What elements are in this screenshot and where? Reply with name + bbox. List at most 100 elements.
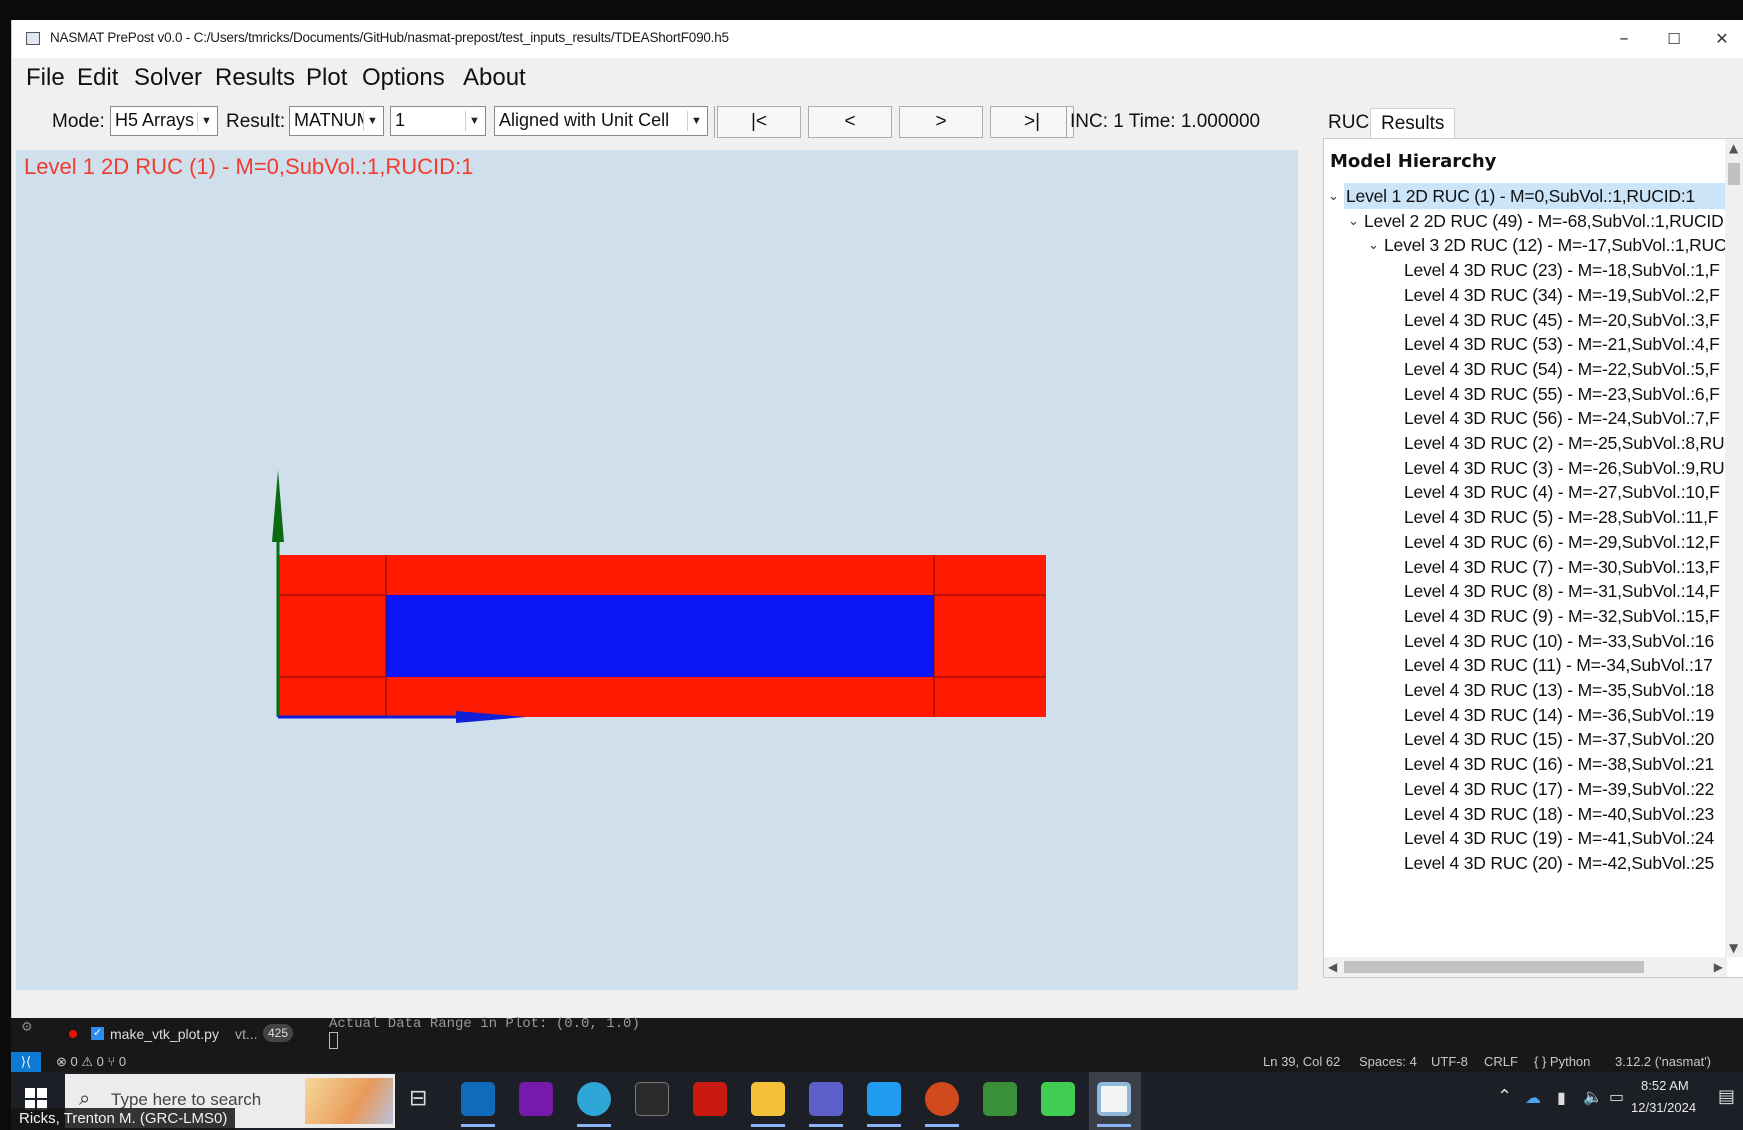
onedrive-icon[interactable]: ☁ [1525,1088,1541,1107]
scroll-thumb[interactable] [1728,163,1740,185]
tree-node[interactable]: Level 4 3D RUC (14) - M=-36,SubVol.:19 [1404,702,1714,728]
mode-label: Mode: [52,111,105,132]
menu-plot[interactable]: Plot [306,64,347,92]
chevron-down-icon[interactable]: ⌄ [1348,214,1359,229]
edge-icon[interactable] [577,1082,611,1116]
chevron-down-icon: ▼ [465,111,483,131]
minimize-button[interactable]: – [1604,26,1644,52]
menu-edit[interactable]: Edit [77,64,118,92]
menu-about[interactable]: About [463,64,526,92]
index-select[interactable]: 1 ▼ [390,106,486,136]
scroll-down-icon[interactable]: ▼ [1729,941,1738,955]
search-highlight-image [305,1078,393,1124]
plot-viewport[interactable]: Level 1 2D RUC (1) - M=0,SubVol.:1,RUCID… [16,150,1298,990]
clock-time[interactable]: 8:52 AM [1641,1078,1689,1093]
menu-options[interactable]: Options [362,64,445,92]
nasmat-app-icon[interactable] [1097,1082,1131,1116]
battery-icon[interactable]: ▭ [1609,1087,1624,1106]
menu-results[interactable]: Results [215,64,295,92]
checkbox-checked-icon[interactable]: ✓ [91,1027,104,1040]
acrobat-icon[interactable] [693,1082,727,1116]
previous-increment-button[interactable]: < [808,106,892,138]
tree-node[interactable]: Level 4 3D RUC (23) - M=-18,SubVol.:1,F [1404,257,1720,283]
last-increment-button[interactable]: >| [990,106,1074,138]
horizontal-scrollbar[interactable]: ◀ ▶ [1324,957,1727,977]
qt-icon[interactable] [1041,1082,1075,1116]
tree-node[interactable]: Level 1 2D RUC (1) - M=0,SubVol.:1,RUCID… [1344,183,1736,209]
tree-node[interactable]: Level 4 3D RUC (2) - M=-25,SubVol.:8,RU [1404,430,1725,456]
tree-node[interactable]: Level 4 3D RUC (6) - M=-29,SubVol.:12,F [1404,529,1720,555]
close-button[interactable]: ✕ [1702,26,1742,52]
tree-node[interactable]: Level 4 3D RUC (56) - M=-24,SubVol.:7,F [1404,405,1720,431]
title-bar[interactable]: NASMAT PrePost v0.0 - C:/Users/tmricks/D… [12,20,1743,58]
language-mode[interactable]: { } Python [1534,1054,1590,1069]
chevron-up-icon[interactable]: ⌃ [1497,1086,1512,1107]
model-hierarchy-tree[interactable]: Model Hierarchy ⌄ Level 1 2D RUC (1) - M=… [1323,138,1743,978]
line-ending[interactable]: CRLF [1484,1054,1518,1069]
scroll-up-icon[interactable]: ▲ [1729,141,1738,155]
tree-node[interactable]: Level 4 3D RUC (7) - M=-30,SubVol.:13,F [1404,554,1720,580]
tree-node[interactable]: Level 4 3D RUC (55) - M=-23,SubVol.:6,F [1404,381,1720,407]
next-increment-button[interactable]: > [899,106,983,138]
maximize-button[interactable]: ☐ [1654,26,1694,52]
tree-node[interactable]: Level 4 3D RUC (34) - M=-19,SubVol.:2,F [1404,282,1720,308]
tree-node[interactable]: Level 4 3D RUC (20) - M=-42,SubVol.:25 [1404,850,1714,876]
problems-counter[interactable]: ⊗ 0 ⚠ 0 ⑂ 0 [56,1054,126,1070]
remote-icon[interactable]: ⟩⟨ [11,1052,41,1072]
volume-icon[interactable]: 🔈 [1583,1087,1603,1106]
increment-time-readout: INC: 1 Time: 1.000000 [1070,111,1261,132]
tree-node[interactable]: Level 4 3D RUC (18) - M=-40,SubVol.:23 [1404,801,1714,827]
teams-icon[interactable] [809,1082,843,1116]
outlook-icon[interactable] [461,1082,495,1116]
chevron-down-icon[interactable]: ⌄ [1368,238,1379,253]
chevron-down-icon[interactable]: ⌄ [1328,189,1339,204]
scroll-left-icon[interactable]: ◀ [1328,960,1337,974]
scroll-right-icon[interactable]: ▶ [1714,960,1723,974]
encoding[interactable]: UTF-8 [1431,1054,1468,1069]
tree-node[interactable]: Level 2 2D RUC (49) - M=-68,SubVol.:1,RU… [1364,208,1724,234]
result-select-value: MATNUM [294,110,372,130]
tree-node[interactable]: Level 4 3D RUC (16) - M=-38,SubVol.:21 [1404,751,1714,777]
menu-solver[interactable]: Solver [134,64,202,92]
orientation-select[interactable]: Aligned with Unit Cell ▼ [494,106,708,136]
tree-node[interactable]: Level 4 3D RUC (15) - M=-37,SubVol.:20 [1404,726,1714,752]
tree-node[interactable]: Level 4 3D RUC (9) - M=-32,SubVol.:15,F [1404,603,1720,629]
tree-node[interactable]: Level 4 3D RUC (5) - M=-28,SubVol.:11,F [1404,504,1719,530]
tree-node[interactable]: Level 4 3D RUC (13) - M=-35,SubVol.:18 [1404,677,1714,703]
extension-icon[interactable]: ⚙ [21,1020,33,1035]
tree-node[interactable]: Level 3 2D RUC (12) - M=-17,SubVol.:1,RU… [1384,232,1727,258]
file-explorer-icon[interactable] [751,1082,785,1116]
notepad-icon[interactable] [983,1082,1017,1116]
lsp-app-icon[interactable] [635,1082,669,1116]
file-name[interactable]: make_vtk_plot.py [110,1026,219,1042]
menu-file[interactable]: File [26,64,65,92]
cursor-position[interactable]: Ln 39, Col 62 [1263,1054,1340,1069]
tree-node[interactable]: Level 4 3D RUC (19) - M=-41,SubVol.:24 [1404,825,1714,851]
clock-date[interactable]: 12/31/2024 [1631,1100,1696,1115]
tree-node[interactable]: Level 4 3D RUC (3) - M=-26,SubVol.:9,RU [1404,455,1725,481]
menu-bar: File Edit Solver Results Plot Options Ab… [12,58,1743,98]
tree-node[interactable]: Level 4 3D RUC (54) - M=-22,SubVol.:5,F [1404,356,1720,382]
result-select[interactable]: MATNUM ▼ [289,106,384,136]
microphone-icon[interactable]: ▮ [1557,1088,1566,1107]
windows-start-icon[interactable] [25,1088,47,1110]
tree-node[interactable]: Level 4 3D RUC (53) - M=-21,SubVol.:4,F [1404,331,1720,357]
first-increment-button[interactable]: |< [717,106,801,138]
indentation[interactable]: Spaces: 4 [1359,1054,1417,1069]
tree-node[interactable]: Level 4 3D RUC (17) - M=-39,SubVol.:22 [1404,776,1714,802]
onenote-icon[interactable] [519,1082,553,1116]
tree-node[interactable]: Level 4 3D RUC (10) - M=-33,SubVol.:16 [1404,628,1714,654]
tree-node[interactable]: Level 4 3D RUC (11) - M=-34,SubVol.:17 [1404,652,1713,678]
tree-node[interactable]: Level 4 3D RUC (4) - M=-27,SubVol.:10,F [1404,479,1720,505]
mode-select[interactable]: H5 Arrays ▼ [110,106,218,136]
tree-node[interactable]: Level 4 3D RUC (8) - M=-31,SubVol.:14,F [1404,578,1720,604]
vertical-scrollbar[interactable]: ▲ ▼ [1725,139,1743,957]
powerpoint-icon[interactable] [925,1082,959,1116]
vscode-icon[interactable] [867,1082,901,1116]
tab-results[interactable]: Results [1370,108,1456,138]
tree-node[interactable]: Level 4 3D RUC (45) - M=-20,SubVol.:3,F [1404,307,1720,333]
python-interpreter[interactable]: 3.12.2 ('nasmat') [1615,1054,1711,1069]
notifications-icon[interactable]: ▤ [1718,1086,1735,1107]
scroll-thumb[interactable] [1344,961,1644,973]
task-view-icon[interactable]: ⊟ [409,1086,427,1111]
